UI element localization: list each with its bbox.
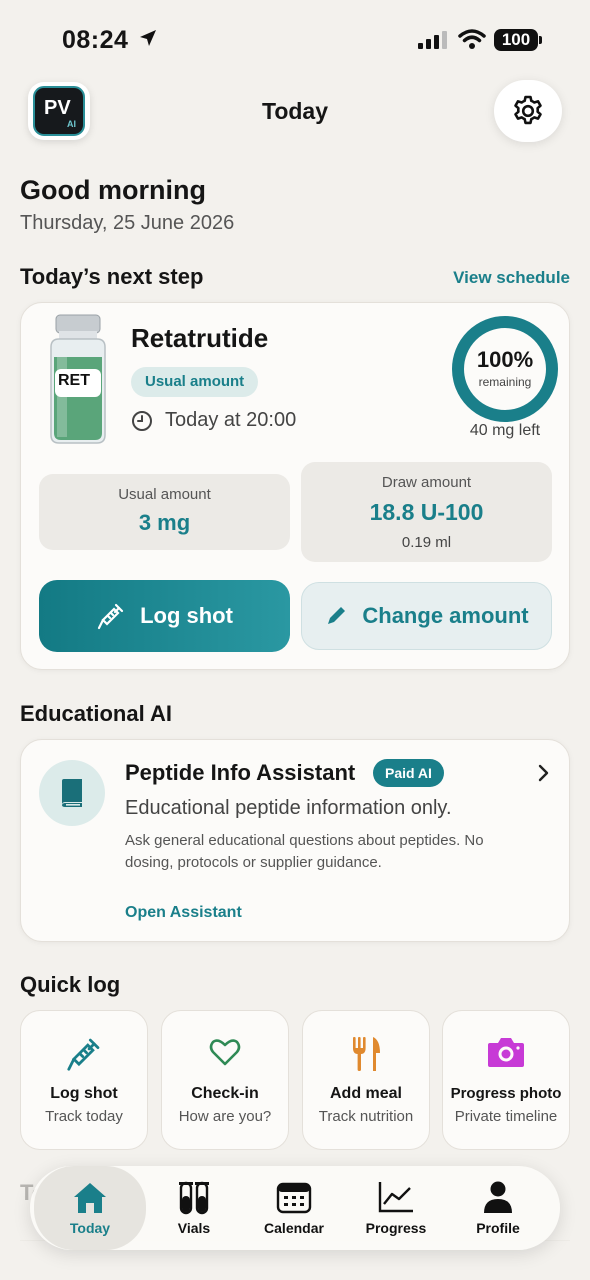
vial-label: RET xyxy=(58,372,90,389)
fork-knife-icon xyxy=(353,1037,380,1071)
usual-amount-label: Usual amount xyxy=(118,486,211,503)
quick-log-title-text: Check-in xyxy=(191,1085,259,1102)
log-shot-label: Log shot xyxy=(140,603,233,628)
quick-log-subtitle: How are you? xyxy=(178,1108,272,1125)
battery-indicator: 100 xyxy=(494,29,538,51)
remaining-percent: 100% xyxy=(476,347,534,372)
assistant-card[interactable]: Peptide Info Assistant Paid AI Education… xyxy=(20,739,570,942)
drug-name: Retatrutide xyxy=(131,323,269,353)
open-assistant-link[interactable]: Open Assistant xyxy=(125,904,242,922)
draw-amount-box: Draw amount 18.8 U-100 0.19 ml xyxy=(301,462,552,562)
quick-log-title: Quick log xyxy=(20,972,121,997)
tab-label: Vials xyxy=(177,1220,211,1236)
draw-amount-ml: 0.19 ml xyxy=(401,534,452,551)
scheduled-time: Today at 20:00 xyxy=(131,409,296,432)
quick-log-title-text: Progress photo xyxy=(450,1085,562,1102)
tab-today[interactable]: Today xyxy=(34,1166,146,1250)
view-schedule-link[interactable]: View schedule xyxy=(453,268,570,288)
tab-vials[interactable]: Vials xyxy=(142,1166,246,1250)
chart-icon xyxy=(378,1182,413,1213)
signal-icon xyxy=(418,31,447,49)
assistant-title: Peptide Info Assistant xyxy=(125,760,356,785)
heart-icon xyxy=(209,1039,241,1066)
greeting-date: Thursday, 25 June 2026 xyxy=(20,212,235,234)
calendar-icon xyxy=(276,1182,312,1214)
status-time: 08:24 xyxy=(62,26,129,54)
tab-progress[interactable]: Progress xyxy=(344,1166,448,1250)
location-arrow-icon xyxy=(140,30,156,46)
quick-log-subtitle: Private timeline xyxy=(454,1108,558,1125)
tab-label: Progress xyxy=(365,1220,427,1236)
tab-label: Calendar xyxy=(264,1220,324,1236)
tab-calendar[interactable]: Calendar xyxy=(242,1166,346,1250)
assistant-subtitle: Educational peptide information only. xyxy=(125,797,452,819)
quick-log-title-text: Add meal xyxy=(329,1085,402,1102)
quick-add-meal[interactable]: Add meal Track nutrition xyxy=(302,1010,430,1150)
clock-icon xyxy=(132,410,152,431)
change-amount-label: Change amount xyxy=(362,603,529,628)
next-step-title: Today’s next step xyxy=(20,264,204,289)
usual-amount-badge: Usual amount xyxy=(131,367,259,397)
status-bar: 08:24 100 xyxy=(0,0,590,80)
gear-icon xyxy=(514,95,542,125)
log-shot-button[interactable]: Log shot xyxy=(39,580,290,652)
usual-amount-box: Usual amount 3 mg xyxy=(39,474,290,550)
tab-profile[interactable]: Profile xyxy=(446,1166,550,1250)
home-icon xyxy=(74,1183,106,1213)
battery-tip xyxy=(539,36,542,44)
tab-label: Profile xyxy=(476,1220,520,1236)
tab-bar: Today Vials Calendar Progress Profile xyxy=(30,1166,560,1250)
quick-log-title-text: Log shot xyxy=(50,1085,118,1102)
person-icon xyxy=(484,1181,512,1213)
scheduled-time-text: Today at 20:00 xyxy=(165,409,297,431)
paid-ai-badge: Paid AI xyxy=(373,759,444,787)
quick-progress-photo[interactable]: Progress photo Private timeline xyxy=(442,1010,570,1150)
book-icon xyxy=(62,779,82,807)
quick-log-shot[interactable]: Log shot Track today xyxy=(20,1010,148,1150)
remaining-label: remaining xyxy=(478,375,532,389)
quick-log-subtitle: Track today xyxy=(45,1108,123,1125)
wifi-icon xyxy=(458,29,486,49)
chevron-right-icon[interactable] xyxy=(537,764,551,782)
book-icon-circle xyxy=(39,760,105,826)
quick-log-subtitle: Track nutrition xyxy=(318,1108,414,1125)
tab-label: Today xyxy=(69,1220,111,1236)
mg-left: 40 mg left xyxy=(469,422,541,439)
syringe-icon xyxy=(67,1038,100,1071)
draw-amount-value: 18.8 U-100 xyxy=(369,499,484,525)
assistant-description: Ask general educational questions about … xyxy=(125,832,484,871)
usual-amount-value: 3 mg xyxy=(138,510,191,535)
quick-check-in[interactable]: Check-in How are you? xyxy=(161,1010,289,1150)
syringe-icon xyxy=(97,603,124,630)
pencil-icon xyxy=(328,607,346,624)
settings-button[interactable] xyxy=(494,80,562,142)
greeting-title: Good morning xyxy=(20,175,206,205)
vials-icon xyxy=(179,1181,209,1215)
draw-amount-label: Draw amount xyxy=(381,474,472,491)
change-amount-button[interactable]: Change amount xyxy=(301,582,552,650)
camera-icon xyxy=(488,1038,524,1067)
educational-title: Educational AI xyxy=(20,701,172,726)
next-step-card: RET Retatrutide Usual amount Today at 20… xyxy=(20,302,570,670)
